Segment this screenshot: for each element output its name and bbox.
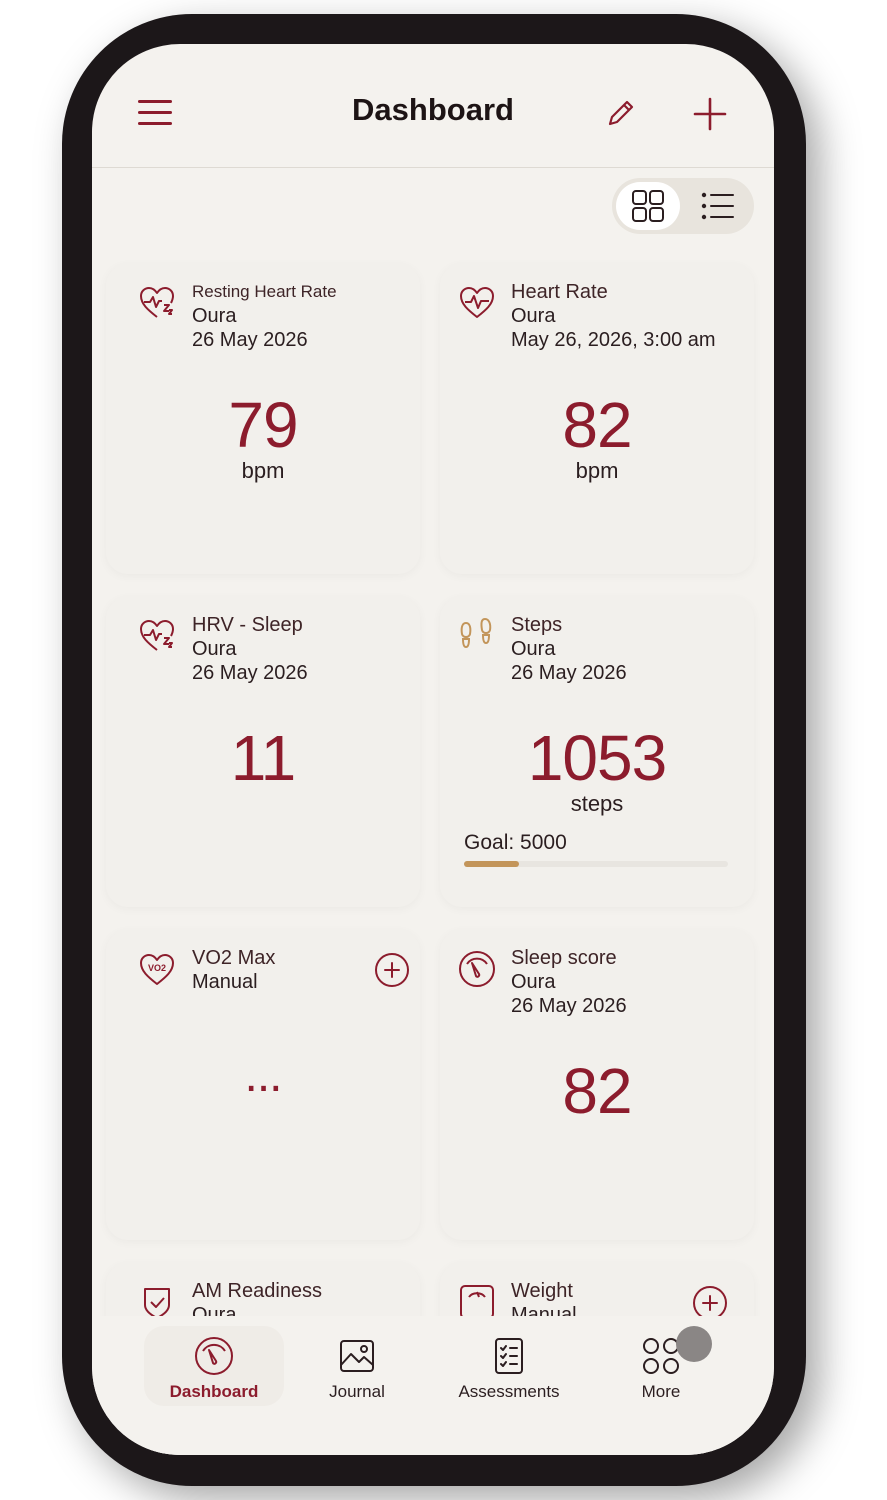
- heart-vo2-icon: VO2: [138, 950, 176, 988]
- card-unit: bpm: [241, 458, 285, 483]
- svg-text:VO2: VO2: [148, 963, 166, 973]
- card-value: 82: [562, 389, 632, 461]
- card-date: 26 May 2026: [511, 995, 627, 1017]
- gauge-icon: [194, 1336, 234, 1376]
- card-title: VO2 Max: [192, 947, 276, 969]
- footprints-icon: [458, 617, 496, 655]
- top-bar: Dashboard: [92, 44, 774, 168]
- resting-heart-rate-card[interactable]: Resting Heart Rate Oura 26 May 2026 79 b…: [106, 264, 420, 574]
- tab-dashboard[interactable]: Dashboard: [144, 1326, 284, 1406]
- card-date: 26 May 2026: [511, 662, 627, 684]
- goal-progress-bar: [464, 861, 728, 867]
- tab-label: Journal: [329, 1382, 385, 1401]
- grid-circles-icon: [641, 1336, 681, 1376]
- card-value: 79: [228, 389, 298, 461]
- card-value: 82: [562, 1055, 632, 1127]
- page-title: Dashboard: [352, 92, 514, 127]
- bottom-tab-bar: Dashboard Journal Assessments More: [92, 1316, 774, 1455]
- app-screen: Dashboard Resting Heart Rate Oura 26 May…: [92, 44, 774, 1455]
- card-unit: bpm: [575, 458, 619, 483]
- card-source: Oura: [192, 305, 237, 327]
- card-source: Oura: [511, 971, 556, 993]
- add-entry-button[interactable]: [374, 952, 410, 988]
- card-date: 26 May 2026: [192, 329, 308, 351]
- goal-label: Goal: 5000: [464, 831, 567, 854]
- list-view-icon[interactable]: [686, 182, 750, 230]
- tab-assessments[interactable]: Assessments: [439, 1326, 579, 1406]
- image-icon: [337, 1336, 377, 1376]
- sleep-score-card[interactable]: Sleep score Oura 26 May 2026 82: [440, 930, 754, 1240]
- card-title: Weight: [511, 1280, 573, 1302]
- card-title: Heart Rate: [511, 281, 608, 303]
- assistive-touch-button[interactable]: [676, 1326, 712, 1362]
- grid-view-icon[interactable]: [616, 182, 680, 230]
- steps-card[interactable]: Steps Oura 26 May 2026 1053 steps Goal: …: [440, 597, 754, 907]
- card-source: Oura: [192, 638, 237, 660]
- card-source: Manual: [192, 971, 258, 993]
- card-title: Sleep score: [511, 947, 617, 969]
- heart-pulse-icon: [458, 284, 496, 322]
- card-unit: steps: [570, 791, 624, 816]
- plus-icon[interactable]: [692, 96, 728, 132]
- card-date: 26 May 2026: [192, 662, 308, 684]
- card-value: 11: [230, 722, 296, 794]
- tab-label: Dashboard: [169, 1382, 259, 1401]
- card-title: Steps: [511, 614, 563, 636]
- heart-sleep-icon: [138, 284, 176, 322]
- card-source: Oura: [511, 638, 556, 660]
- hrv-sleep-card[interactable]: HRV - Sleep Oura 26 May 2026 11: [106, 597, 420, 907]
- heart-rate-card[interactable]: Heart Rate Oura May 26, 2026, 3:00 am 82…: [440, 264, 754, 574]
- card-value: 1053: [527, 722, 667, 794]
- card-date: May 26, 2026, 3:00 am: [511, 329, 716, 351]
- heart-sleep-icon: [138, 617, 176, 655]
- card-title: HRV - Sleep: [192, 614, 303, 636]
- clipboard-list-icon: [489, 1336, 529, 1376]
- tab-label: More: [641, 1382, 681, 1401]
- card-value: ...: [244, 1049, 282, 1102]
- pencil-icon[interactable]: [604, 96, 638, 130]
- card-title: AM Readiness: [192, 1280, 323, 1302]
- goal-progress-fill: [464, 861, 520, 867]
- card-title: Resting Heart Rate: [192, 282, 337, 301]
- tab-label: Assessments: [458, 1382, 560, 1401]
- vo2-max-card[interactable]: VO2 VO2 Max Manual ...: [106, 930, 420, 1240]
- gauge-icon: [458, 950, 496, 988]
- card-source: Oura: [511, 305, 556, 327]
- tab-journal[interactable]: Journal: [287, 1326, 427, 1406]
- view-toggle: [612, 178, 754, 234]
